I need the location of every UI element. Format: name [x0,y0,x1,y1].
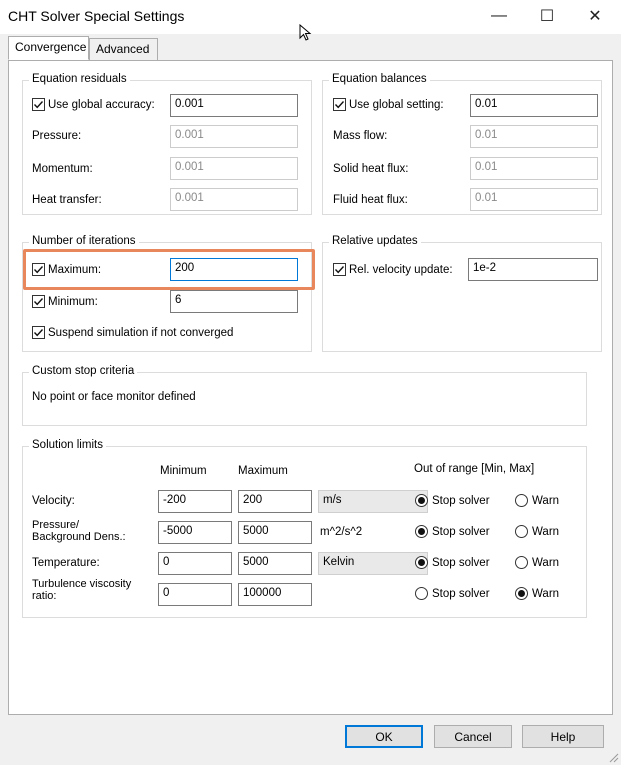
velocity-min-input[interactable]: -200 [158,490,232,513]
maximize-button[interactable]: ☐ [524,0,570,32]
group-title: Relative updates [329,235,421,247]
turbulence-viscosity-ratio-label: Turbulence viscosity ratio: [32,578,132,602]
maximum-iterations-input[interactable]: 200 [170,258,298,281]
temperature-min-input[interactable]: 0 [158,552,232,575]
checkbox-checked-icon [32,326,45,339]
heat-transfer-residual-input[interactable]: 0.001 [170,188,298,211]
velocity-warn-radio[interactable]: Warn [515,494,559,507]
ok-button[interactable]: OK [345,725,423,748]
window-title: CHT Solver Special Settings [8,8,185,24]
pressure-min-input[interactable]: -5000 [158,521,232,544]
checkbox-checked-icon [32,295,45,308]
group-title: Equation residuals [29,73,130,85]
suspend-simulation-checkbox[interactable]: Suspend simulation if not converged [32,326,233,339]
column-header-out-of-range: Out of range [Min, Max] [414,463,535,475]
minimize-button[interactable]: — [476,0,522,32]
temperature-warn-radio[interactable]: Warn [515,556,559,569]
radio-label: Warn [532,494,560,507]
pressure-unit-label: m^2/s^2 [320,526,363,538]
rel-velocity-update-input[interactable]: 1e-2 [468,258,598,281]
checkbox-label: Use global setting: [349,98,444,111]
temperature-unit-field[interactable]: Kelvin [318,552,428,575]
tab-convergence[interactable]: Convergence [8,36,89,60]
use-global-setting-checkbox[interactable]: Use global setting: [333,98,444,111]
radio-label: Warn [532,587,560,600]
radio-selected-icon [415,494,428,507]
momentum-label: Momentum: [32,163,93,175]
pressure-stop-solver-radio[interactable]: Stop solver [415,525,490,538]
radio-unselected-icon [515,494,528,507]
radio-selected-icon [415,525,428,538]
checkbox-label: Maximum: [48,263,102,276]
heat-transfer-label: Heat transfer: [32,194,102,206]
velocity-label: Velocity: [32,495,75,507]
radio-label: Stop solver [432,587,490,600]
turbulence-stop-solver-radio[interactable]: Stop solver [415,587,490,600]
momentum-residual-input[interactable]: 0.001 [170,157,298,180]
close-button[interactable]: ✕ [572,0,618,32]
group-title: Equation balances [329,73,430,85]
fluid-heat-flux-label: Fluid heat flux: [333,194,408,206]
column-header-maximum: Maximum [238,465,288,477]
pressure-max-input[interactable]: 5000 [238,521,312,544]
checkbox-checked-icon [333,263,346,276]
no-monitor-message: No point or face monitor defined [32,391,196,403]
checkbox-checked-icon [32,263,45,276]
group-title: Solution limits [29,439,106,451]
pressure-warn-radio[interactable]: Warn [515,525,559,538]
checkbox-checked-icon [333,98,346,111]
radio-unselected-icon [515,525,528,538]
use-global-accuracy-checkbox[interactable]: Use global accuracy: [32,98,155,111]
velocity-unit-field[interactable]: m/s [318,490,428,513]
radio-label: Stop solver [432,556,490,569]
pressure-residual-input[interactable]: 0.001 [170,125,298,148]
minimum-checkbox[interactable]: Minimum: [32,295,98,308]
column-header-minimum: Minimum [160,465,207,477]
global-accuracy-input[interactable]: 0.001 [170,94,298,117]
checkbox-label: Suspend simulation if not converged [48,326,234,339]
turbulence-min-input[interactable]: 0 [158,583,232,606]
group-title: Custom stop criteria [29,365,138,377]
radio-label: Stop solver [432,525,490,538]
checkbox-label: Rel. velocity update: [349,263,453,276]
solid-heat-flux-input[interactable]: 0.01 [470,157,598,180]
radio-selected-icon [415,556,428,569]
pressure-background-dens-label: Pressure/ Background Dens.: [32,519,126,543]
mass-flow-input[interactable]: 0.01 [470,125,598,148]
velocity-stop-solver-radio[interactable]: Stop solver [415,494,490,507]
maximum-checkbox[interactable]: Maximum: [32,263,101,276]
radio-label: Warn [532,525,560,538]
temperature-max-input[interactable]: 5000 [238,552,312,575]
mass-flow-label: Mass flow: [333,130,388,142]
solid-heat-flux-label: Solid heat flux: [333,163,409,175]
cancel-button[interactable]: Cancel [434,725,512,748]
turbulence-warn-radio[interactable]: Warn [515,587,559,600]
temperature-stop-solver-radio[interactable]: Stop solver [415,556,490,569]
rel-velocity-update-checkbox[interactable]: Rel. velocity update: [333,263,453,276]
radio-label: Warn [532,556,560,569]
radio-selected-icon [515,587,528,600]
minimum-iterations-input[interactable]: 6 [170,290,298,313]
tab-advanced[interactable]: Advanced [89,38,158,61]
checkbox-label: Use global accuracy: [48,98,155,111]
title-bar: CHT Solver Special Settings — ☐ ✕ [0,0,621,41]
temperature-label: Temperature: [32,557,100,569]
turbulence-max-input[interactable]: 100000 [238,583,312,606]
radio-unselected-icon [415,587,428,600]
fluid-heat-flux-input[interactable]: 0.01 [470,188,598,211]
help-button[interactable]: Help [522,725,604,748]
pressure-label: Pressure: [32,130,82,142]
velocity-max-input[interactable]: 200 [238,490,312,513]
radio-label: Stop solver [432,494,490,507]
group-title: Number of iterations [29,235,139,247]
global-setting-input[interactable]: 0.01 [470,94,598,117]
mouse-cursor-icon [299,24,312,41]
checkbox-label: Minimum: [48,295,98,308]
checkbox-checked-icon [32,98,45,111]
resize-grip-icon[interactable] [607,751,619,763]
radio-unselected-icon [515,556,528,569]
